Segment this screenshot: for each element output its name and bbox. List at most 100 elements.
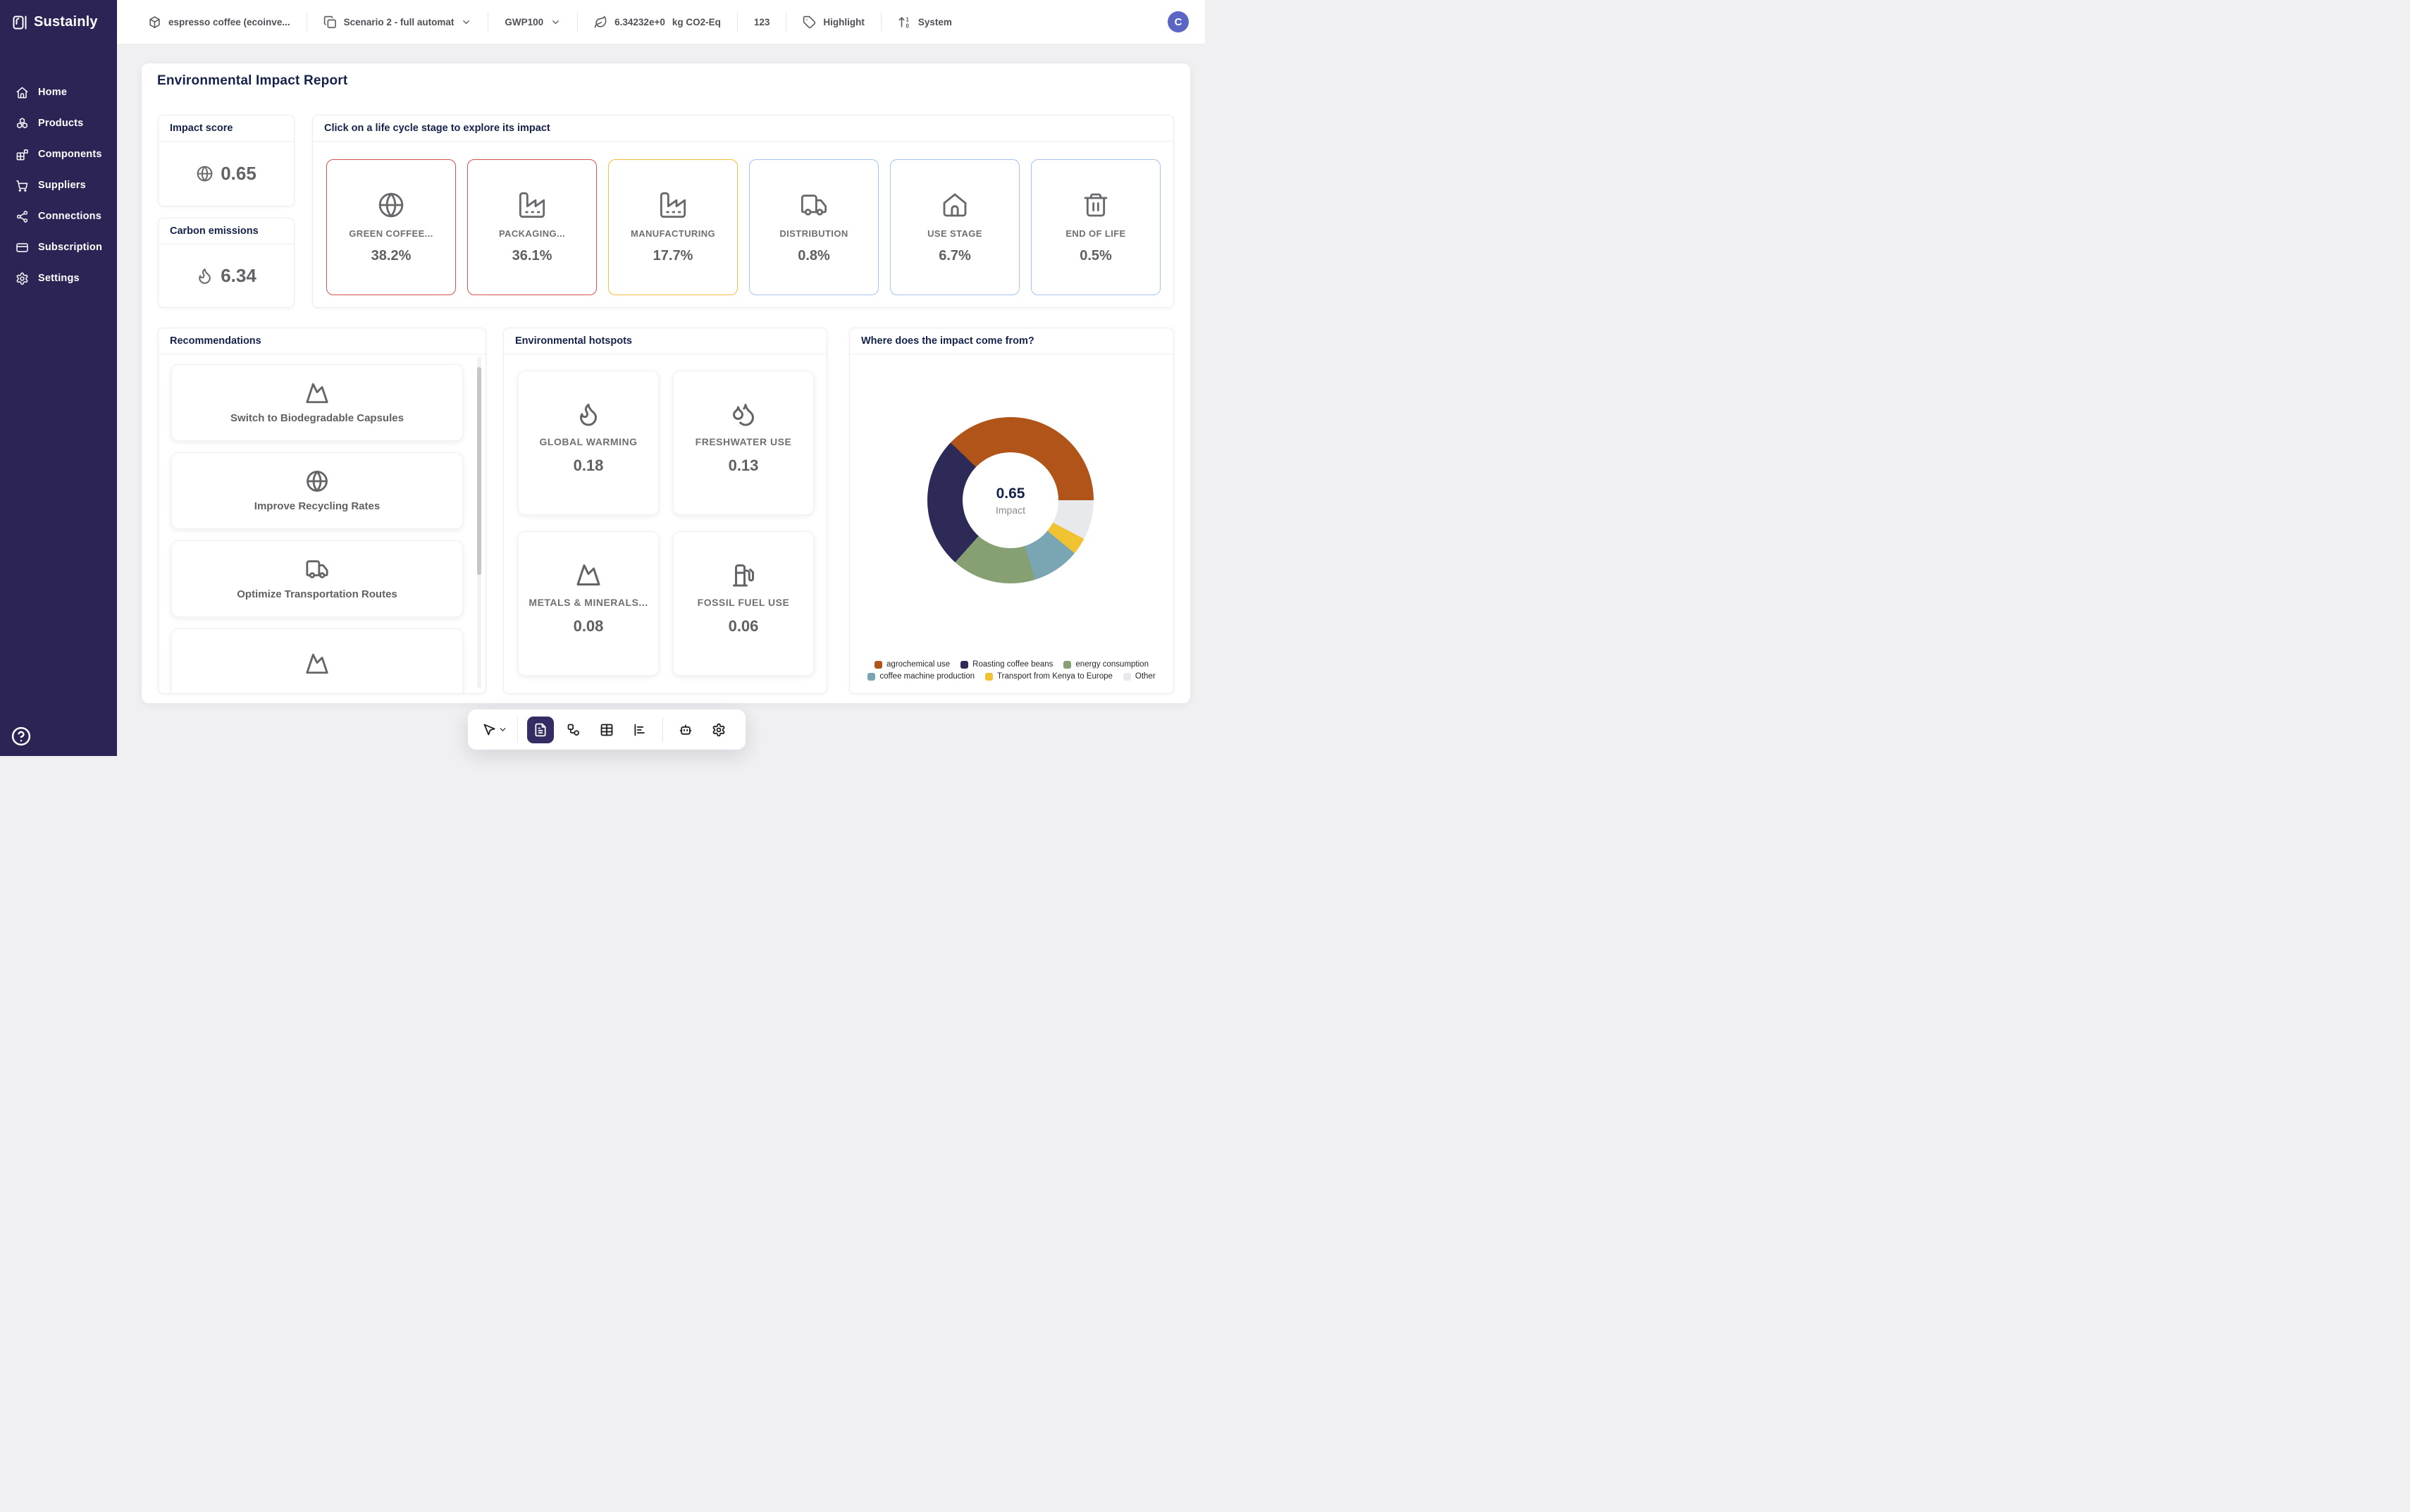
carbon-emissions-value: 6.34 [221,265,257,287]
hotspot-icon [576,562,601,588]
lifecycle-stage-card[interactable]: MANUFACTURING 17.7% [608,159,738,295]
sidebar-item[interactable]: Subscription [0,232,117,263]
toolbar-divider [517,717,518,743]
legend-item[interactable]: Other [1123,672,1156,681]
view-tool-button[interactable] [527,717,554,743]
chevron-down-icon [550,17,561,27]
sidebar-item-icon [16,148,29,161]
sidebar-item-icon [16,117,29,130]
legend-swatch [1123,673,1131,681]
donut-chart[interactable]: 0.65 Impact [927,417,1094,583]
sidebar-item[interactable]: Suppliers [0,170,117,201]
donut-center-label: Impact [996,504,1025,516]
sidebar-item[interactable]: Connections [0,201,117,232]
view-tool-button[interactable] [593,717,620,743]
legend-item[interactable]: energy consumption [1063,660,1149,669]
recommendations-panel: Recommendations Switch to Biodegradable … [158,328,486,694]
hotspot-card[interactable]: FOSSIL FUEL USE 0.06 [673,531,814,676]
extra-tool-icon [712,723,726,737]
lifecycle-stage-card[interactable]: DISTRIBUTION 0.8% [749,159,879,295]
metric-selector[interactable]: GWP100 [505,17,561,27]
chevron-down-icon [461,17,471,27]
cursor-tool-button[interactable] [481,717,508,743]
toolbar-divider [662,717,663,743]
lifecycle-stage-card[interactable]: PACKAGING... 36.1% [467,159,597,295]
globe-icon [196,165,214,182]
view-tool-button[interactable] [626,717,653,743]
view-tool-icon [600,723,614,737]
scrollbar-thumb[interactable] [477,367,481,575]
recommendation-card[interactable]: Improve Recycling Rates [171,452,463,529]
sidebar-item[interactable]: Components [0,139,117,170]
recommendation-label: Improve Recycling Rates [254,500,380,512]
hotspots-panel: Environmental hotspots GLOBAL WARMING 0.… [503,328,827,694]
legend-item[interactable]: Transport from Kenya to Europe [985,672,1113,681]
product-selector[interactable]: espresso coffee (ecoinve... [148,16,290,29]
avatar[interactable]: C [1168,11,1189,32]
recommendation-icon [305,469,329,493]
page-title: Environmental Impact Report [157,73,347,89]
hotspot-value: 0.13 [729,457,759,475]
sidebar-item-label: Products [38,118,83,129]
sidebar-item[interactable]: Home [0,77,117,108]
impact-score-body: 0.65 [159,142,294,206]
system-sort-button[interactable]: 10 System [898,16,952,29]
impact-breakdown-panel: Where does the impact come from? 0.65 Im… [849,328,1174,694]
stage-percentage: 38.2% [371,248,412,264]
stage-label: END OF LIFE [1065,228,1125,239]
legend-item[interactable]: agrochemical use [875,660,950,669]
sidebar-item-icon [16,179,29,192]
view-tool-button[interactable] [560,717,587,743]
hotspot-card[interactable]: FRESHWATER USE 0.13 [673,371,814,515]
hotspot-label: METALS & MINERALS... [529,597,648,608]
legend-swatch [875,661,882,669]
sidebar-item-label: Connections [38,211,101,222]
flame-icon [196,267,214,285]
legend-swatch [1063,661,1071,669]
lifecycle-title: Click on a life cycle stage to explore i… [324,123,550,134]
scenario-selector[interactable]: Scenario 2 - full automat [323,16,472,29]
highlight-label: Highlight [823,17,864,27]
lifecycle-stage-card[interactable]: END OF LIFE 0.5% [1031,159,1161,295]
sidebar-item[interactable]: Settings [0,263,117,294]
extra-tool-button[interactable] [705,717,732,743]
impact-score-header: Impact score [159,116,294,142]
carbon-emissions-body: 6.34 [159,244,294,307]
hotspot-card[interactable]: GLOBAL WARMING 0.18 [518,371,659,515]
hotspot-card[interactable]: METALS & MINERALS... 0.08 [518,531,659,676]
topbar-divider [881,12,882,32]
stage-label: DISTRIBUTION [779,228,848,239]
product-name: espresso coffee (ecoinve... [168,17,290,27]
impact-breakdown-header: Where does the impact come from? [850,328,1173,354]
carbon-emissions-header: Carbon emissions [159,218,294,244]
hotspot-value: 0.18 [574,457,604,475]
recommendation-card[interactable]: Optimize Transportation Routes [171,540,463,617]
topbar-divider [737,12,738,32]
emission-unit: kg CO2-Eq [672,17,721,27]
sidebar-item[interactable]: Products [0,108,117,139]
recommendation-card[interactable] [171,628,463,694]
highlight-button[interactable]: Highlight [803,16,864,29]
stage-icon [1082,191,1110,219]
emission-value: 6.34232e+0 [614,17,665,27]
sidebar-item-label: Components [38,149,102,160]
stage-percentage: 36.1% [512,248,552,264]
sidebar-item-icon [16,272,29,285]
recommendation-card[interactable]: Switch to Biodegradable Capsules [171,364,463,441]
stage-icon [377,191,405,219]
chart-legend: agrochemical use Roasting coffee beans e… [860,660,1163,681]
legend-item[interactable]: Roasting coffee beans [960,660,1053,669]
lifecycle-stage-card[interactable]: USE STAGE 6.7% [890,159,1020,295]
impact-score-value: 0.65 [221,163,257,185]
hotspots-grid: GLOBAL WARMING 0.18 FRESHWATER USE 0.13 … [518,371,814,676]
lifecycle-stage-card[interactable]: GREEN COFFEE... 38.2% [326,159,456,295]
stage-label: USE STAGE [927,228,982,239]
stage-label: PACKAGING... [499,228,565,239]
help-icon[interactable] [11,726,32,747]
legend-item[interactable]: coffee machine production [867,672,975,681]
svg-text:1: 1 [906,16,909,23]
extra-tool-button[interactable] [672,717,699,743]
svg-text:0: 0 [906,23,909,29]
hotspot-icon [731,402,756,427]
stage-icon [659,191,687,219]
